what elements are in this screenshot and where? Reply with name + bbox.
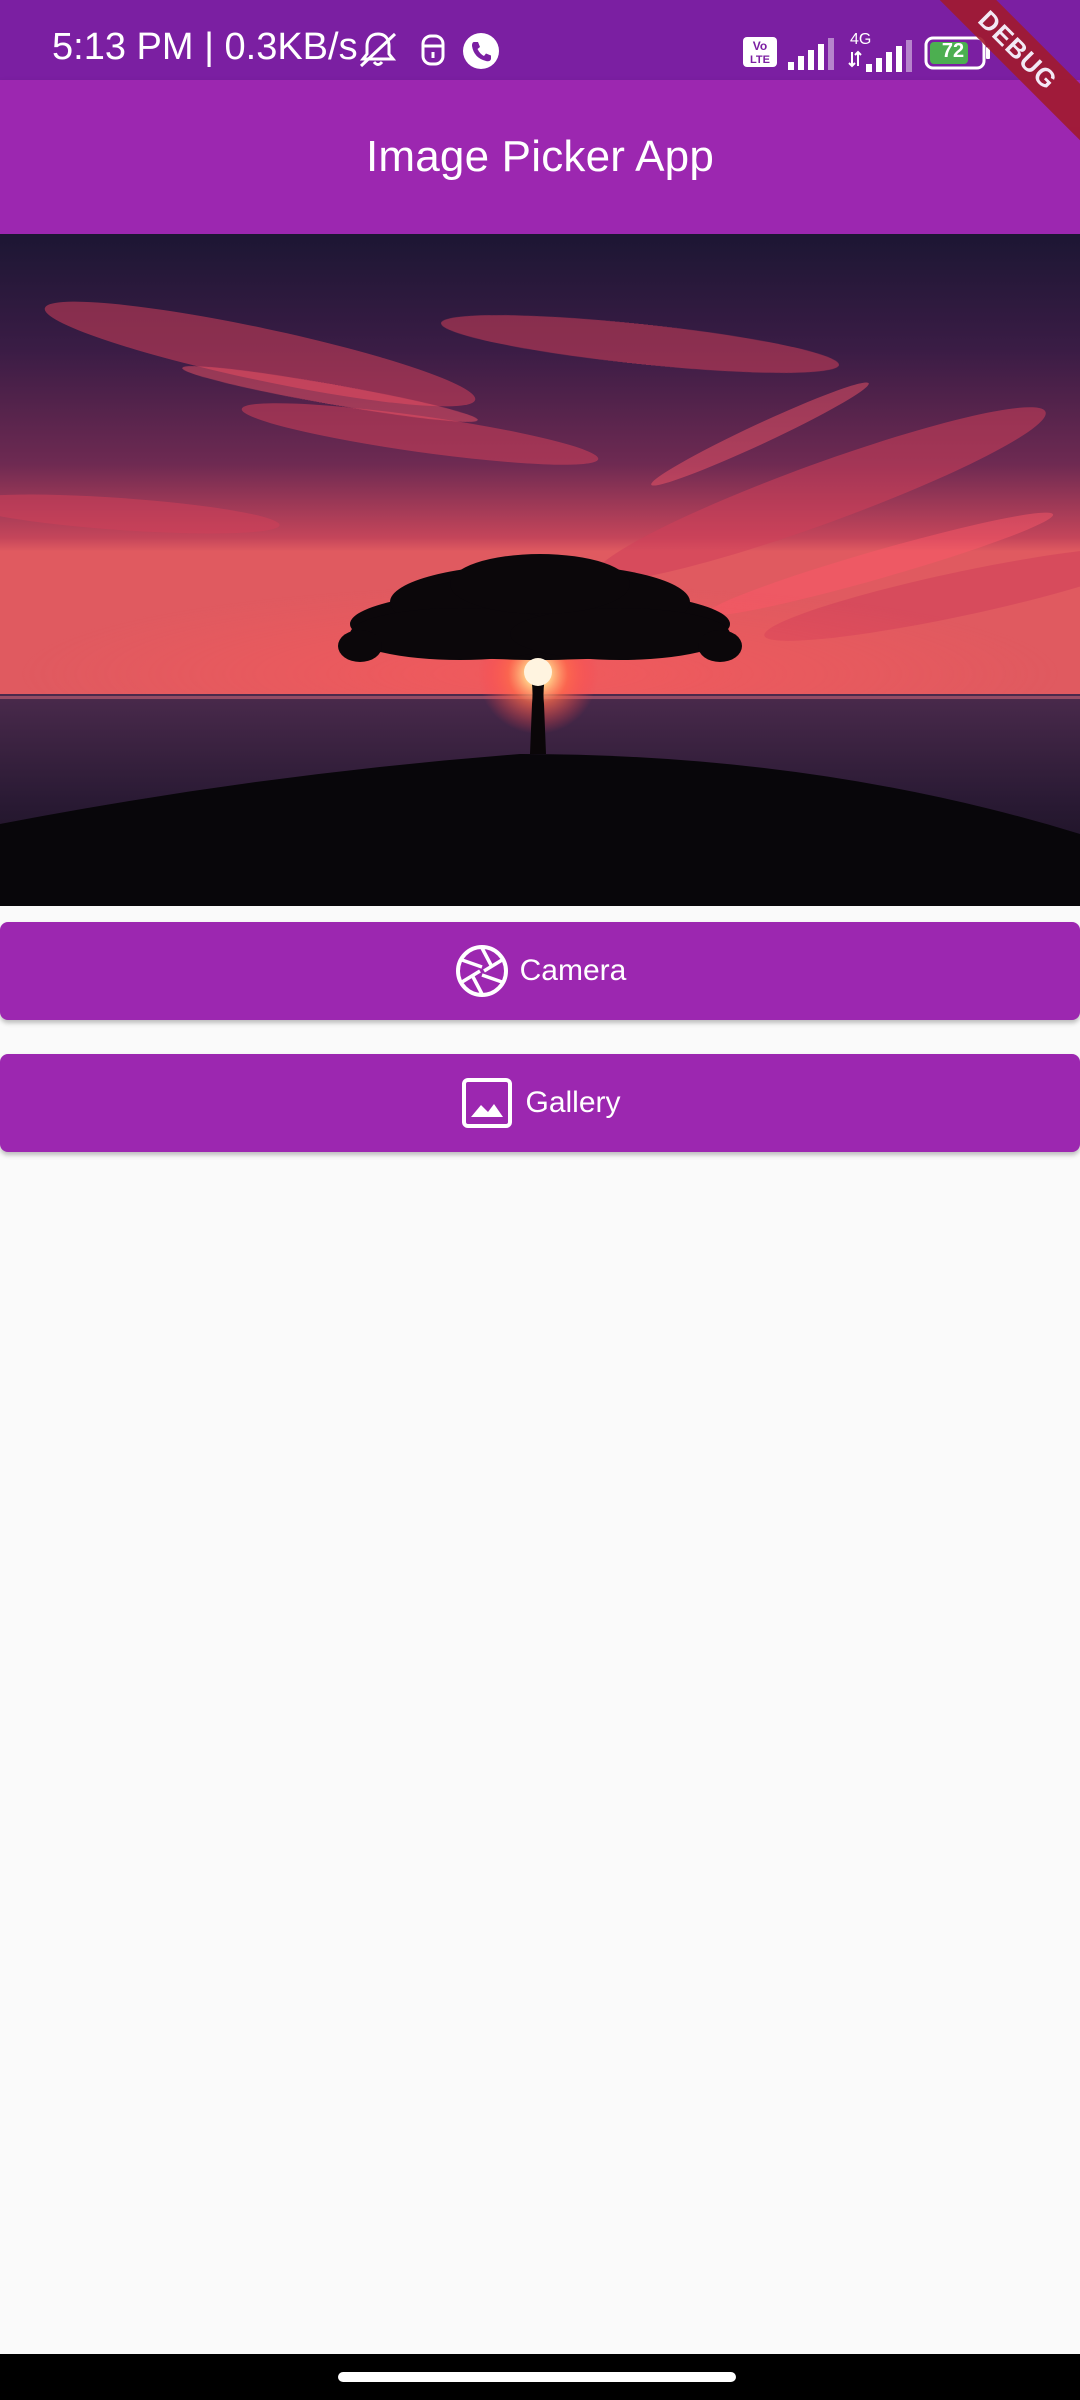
- camera-button-label: Camera: [519, 954, 627, 987]
- app-screen: 5:13 PM | 0.3KB/s Vo LTE 4G 72 Image Pic…: [0, 0, 1080, 2400]
- muted-bell-icon: [356, 30, 400, 75]
- battery-level: 72: [941, 40, 965, 62]
- home-indicator[interactable]: [338, 2372, 736, 2382]
- camera-aperture-icon: [454, 943, 510, 999]
- app-title: Image Picker App: [365, 132, 715, 181]
- status-icons-right: Vo LTE 4G 72: [700, 0, 1080, 80]
- svg-text:4G: 4G: [850, 31, 871, 48]
- robot-icon: [418, 30, 448, 75]
- image-icon: [459, 1075, 515, 1131]
- volte-icon: Vo LTE: [742, 36, 778, 73]
- phone-call-icon: [462, 32, 500, 75]
- camera-button[interactable]: Camera: [0, 922, 1080, 1020]
- app-bar: Image Picker App: [0, 80, 1080, 234]
- signal-4g-icon: 4G: [848, 30, 914, 77]
- signal-strength-icon: [786, 38, 836, 75]
- svg-text:LTE: LTE: [750, 54, 770, 66]
- gallery-button-label: Gallery: [525, 1086, 621, 1119]
- battery-icon: 72: [924, 36, 992, 75]
- svg-text:Vo: Vo: [753, 39, 767, 53]
- status-time: 5:13 PM | 0.3KB/s: [52, 26, 358, 68]
- gallery-button[interactable]: Gallery: [0, 1054, 1080, 1152]
- selected-image: [0, 234, 1080, 906]
- status-bar: 5:13 PM | 0.3KB/s Vo LTE 4G 72: [0, 0, 1080, 80]
- navigation-bar: [0, 2354, 1080, 2400]
